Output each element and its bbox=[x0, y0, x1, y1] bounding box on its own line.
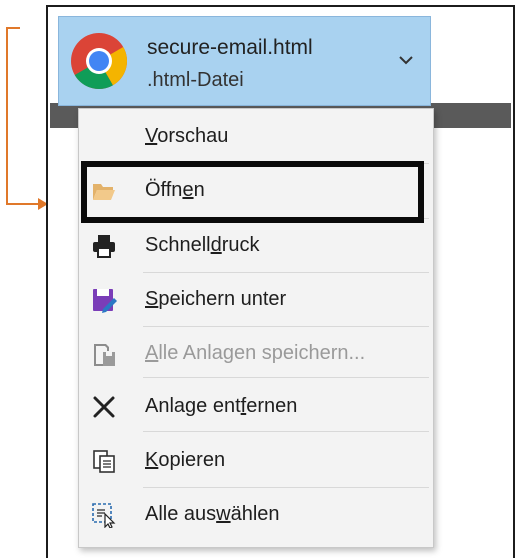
select-all-icon bbox=[92, 503, 116, 528]
menu-item-label: Speichern unter bbox=[145, 288, 287, 310]
menu-item-alle-anlagen-speichern[interactable]: Alle Anlagen speichern... bbox=[79, 328, 433, 380]
menu-item-vorschau[interactable]: Vorschau bbox=[79, 111, 433, 163]
remove-icon bbox=[93, 396, 115, 418]
callout-line-top bbox=[6, 27, 20, 29]
printer-icon bbox=[93, 235, 115, 258]
chrome-icon bbox=[71, 33, 128, 90]
chevron-down-icon[interactable] bbox=[399, 55, 413, 65]
save-as-icon bbox=[93, 289, 117, 313]
menu-item-kopieren[interactable]: Kopieren bbox=[79, 435, 433, 487]
attachment-file-name: secure-email.html bbox=[147, 36, 313, 59]
menu-item-label: Alle Anlagen speichern... bbox=[145, 342, 366, 364]
menu-item-label: Vorschau bbox=[145, 125, 229, 147]
copy-icon bbox=[93, 450, 115, 473]
menu-separator bbox=[143, 487, 429, 488]
attachment-chip[interactable]: secure-email.html .html-Datei bbox=[58, 16, 431, 106]
menu-item-anlage-entfernen[interactable]: Anlage entfernen bbox=[79, 381, 433, 433]
attachment-context-menu: Vorschau Öffnen Schnelldruck Speichern u… bbox=[78, 108, 434, 548]
menu-item-label: Alle auswählen bbox=[145, 503, 280, 525]
menu-item-alle-auswaehlen[interactable]: Alle auswählen bbox=[79, 489, 433, 541]
menu-item-label: Schnelldruck bbox=[145, 234, 260, 256]
menu-item-schnelldruck[interactable]: Schnelldruck bbox=[79, 220, 433, 272]
callout-line-bottom bbox=[6, 203, 40, 205]
menu-separator bbox=[143, 431, 429, 432]
menu-item-label: Kopieren bbox=[145, 449, 226, 471]
menu-separator bbox=[143, 326, 429, 327]
callout-line-vertical bbox=[6, 27, 8, 205]
save-all-icon bbox=[94, 344, 115, 366]
highlight-box bbox=[81, 161, 424, 223]
attachment-file-type: .html-Datei bbox=[147, 69, 244, 91]
menu-item-speichern-unter[interactable]: Speichern unter bbox=[79, 274, 433, 326]
menu-item-label: Anlage entfernen bbox=[145, 395, 298, 417]
menu-separator bbox=[143, 377, 429, 378]
menu-separator bbox=[143, 272, 429, 273]
